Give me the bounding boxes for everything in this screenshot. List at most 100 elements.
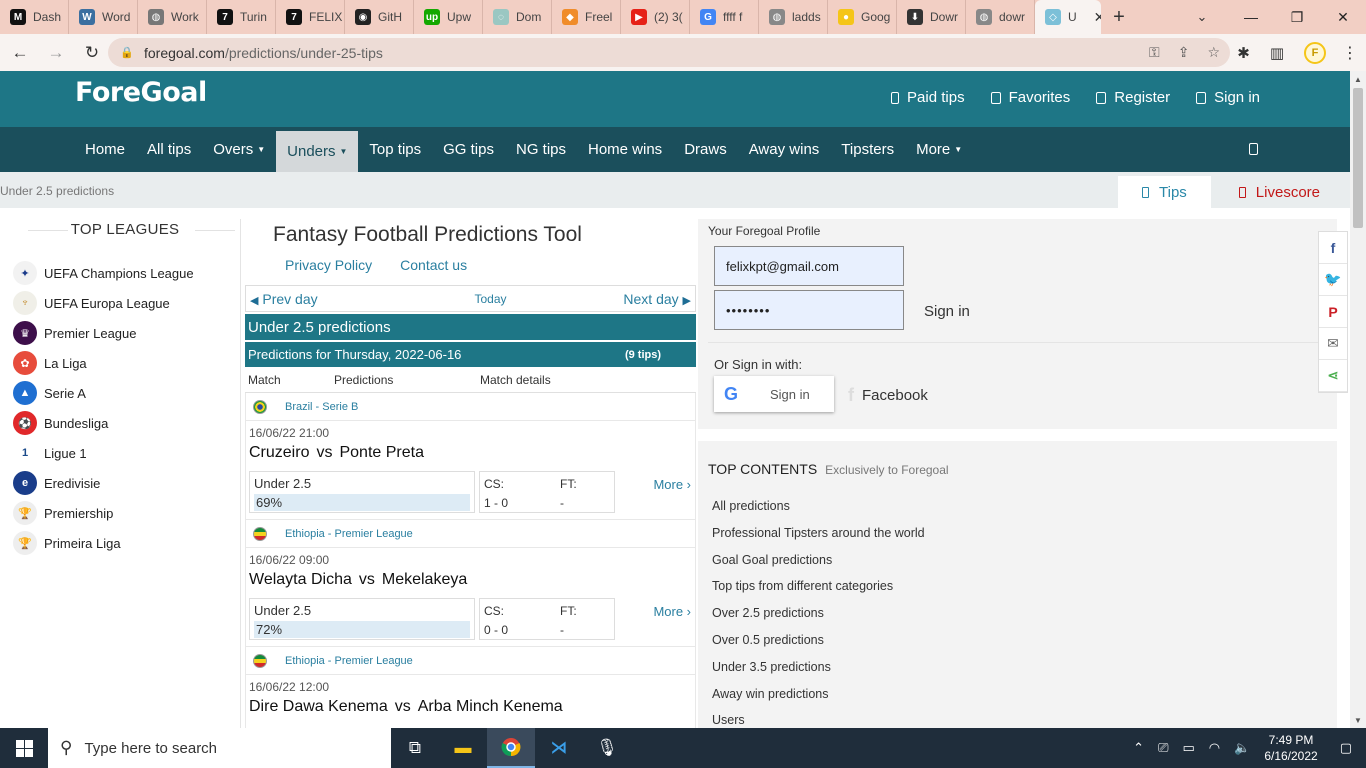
competition-row[interactable]: Brazil - Serie B [245,393,696,421]
nav-gg-tips[interactable]: GG tips [432,127,505,172]
nav-ng-tips[interactable]: NG tips [505,127,577,172]
restore-icon[interactable]: ❐ [1274,0,1320,34]
more-link[interactable]: More › [653,477,691,492]
meet-now-icon[interactable]: ⎚ [1158,740,1168,756]
top-content-link[interactable]: Under 3.5 predictions [712,660,925,687]
email-icon[interactable]: ✉ [1319,328,1347,360]
league-item[interactable]: ▲ Serie A [0,378,240,408]
match-teams[interactable]: Cruzeiro vs Ponte Preta [249,444,692,462]
sign-in-link[interactable]: Sign in [1196,89,1260,106]
side-panel-icon[interactable]: ▥ [1270,44,1284,62]
file-explorer-icon[interactable]: ▬ [439,728,487,768]
google-sign-in-button[interactable]: G Sign in [714,376,834,412]
browser-tab[interactable]: ◍ dowr [966,0,1035,34]
nav-all-tips[interactable]: All tips [136,127,202,172]
close-tab-icon[interactable]: ✕ [1094,9,1101,26]
browser-tab[interactable]: ◇ U ✕ [1035,0,1101,34]
browser-tab[interactable]: W Word [69,0,138,34]
battery-icon[interactable]: ▭ [1182,740,1194,756]
favorites-link[interactable]: Favorites [990,89,1070,106]
today-link[interactable]: Today [474,292,506,306]
privacy-policy-link[interactable]: Privacy Policy [285,257,372,273]
browser-tab[interactable]: Gffff f [690,0,759,34]
top-content-link[interactable]: Users [712,713,925,728]
browser-tab[interactable]: ◆ Freel [552,0,621,34]
share-page-icon[interactable]: ⇪ [1178,44,1190,61]
top-content-link[interactable]: Professional Tipsters around the world [712,526,925,553]
nav-away-wins[interactable]: Away wins [738,127,831,172]
tab-search-icon[interactable]: ⌄ [1188,0,1216,34]
nav-more[interactable]: More ▼ [905,127,973,172]
windows-start-icon[interactable] [0,728,48,768]
nav-overs[interactable]: Overs ▼ [202,127,276,172]
competition-row[interactable]: Ethiopia - Premier League [245,647,696,675]
match-row[interactable]: 16/06/22 09:00 Welayta Dicha vs Mekelakeya U… [245,548,696,647]
search-icon[interactable] [1249,143,1258,155]
minimize-icon[interactable]: — [1228,0,1274,34]
share-icon[interactable]: ⋖ [1319,360,1347,392]
reload-icon[interactable]: ↻ [76,37,108,69]
browser-tab[interactable]: up Upw [414,0,483,34]
microphone-icon[interactable]: 🎙 [583,728,631,768]
top-content-link[interactable]: All predictions [712,499,925,526]
chrome-icon[interactable] [487,728,535,768]
scroll-down-icon[interactable]: ▼ [1350,712,1366,728]
notifications-icon[interactable]: ▢ [1340,740,1352,756]
browser-tab[interactable]: 7 Turin [207,0,276,34]
bookmark-star-icon[interactable]: ☆ [1207,44,1220,61]
league-item[interactable]: ✦ UEFA Champions League [0,258,240,288]
facebook-sign-in-button[interactable]: f Facebook [848,385,928,406]
clock[interactable]: 7:49 PM 6/16/2022 [1264,732,1317,764]
league-item[interactable]: 🏆 Primeira Liga [0,528,240,558]
lock-icon[interactable]: 🔒 [120,46,134,60]
scroll-up-icon[interactable]: ▲ [1350,71,1366,87]
nav-unders[interactable]: Unders ▼ [276,131,359,172]
new-tab-icon[interactable]: + [1101,0,1137,34]
extensions-icon[interactable]: ✱ [1237,44,1250,62]
top-content-link[interactable]: Goal Goal predictions [712,553,925,580]
pinterest-icon[interactable]: P [1319,296,1347,328]
site-logo[interactable]: ForeGoal [75,77,207,108]
browser-tab[interactable]: ◉ GitH [345,0,414,34]
browser-tab[interactable]: 7 FELIX [276,0,345,34]
more-link[interactable]: More › [653,604,691,619]
browser-tab[interactable]: ◍ ladds [759,0,828,34]
match-teams[interactable]: Welayta Dicha vs Mekelakeya [249,571,692,589]
tab-livescore[interactable]: Livescore [1211,176,1350,208]
nav-home[interactable]: Home [74,127,136,172]
league-item[interactable]: ✿ La Liga [0,348,240,378]
top-content-link[interactable]: Over 0.5 predictions [712,633,925,660]
email-field[interactable]: felixkpt@gmail.com [714,246,904,286]
browser-tab[interactable]: ◌ Dom [483,0,552,34]
browser-tab[interactable]: ◍ Work [138,0,207,34]
forward-icon[interactable]: → [40,37,72,69]
page-scrollbar[interactable]: ▲ ▼ [1350,71,1366,728]
browser-menu-icon[interactable]: ⋮ [1342,34,1358,71]
scroll-thumb[interactable] [1353,88,1363,228]
top-content-link[interactable]: Away win predictions [712,687,925,714]
league-item[interactable]: 1 Ligue 1 [0,438,240,468]
profile-avatar[interactable]: F [1304,41,1326,64]
taskbar-search-input[interactable]: ⚲ Type here to search [48,728,391,768]
league-item[interactable]: ♆ UEFA Europa League [0,288,240,318]
browser-tab[interactable]: M Dash [0,0,69,34]
match-row[interactable]: 16/06/22 12:00 Dire Dawa Kenema vs Arba Min… [245,675,696,728]
browser-tab[interactable]: ● Goog [828,0,897,34]
password-field[interactable]: •••••••• [714,290,904,330]
key-icon[interactable]: ⚿ [1149,44,1160,61]
top-content-link[interactable]: Top tips from different categories [712,579,925,606]
wifi-icon[interactable]: ◠ [1209,740,1220,756]
prev-day-link[interactable]: ◀ Prev day [250,291,318,307]
browser-tab[interactable]: ▶ (2) 3( [621,0,690,34]
nav-draws[interactable]: Draws [673,127,738,172]
match-row[interactable]: 16/06/22 21:00 Cruzeiro vs Ponte Preta Under… [245,421,696,520]
paid-tips-link[interactable]: Paid tips [891,89,965,106]
match-teams[interactable]: Dire Dawa Kenema vs Arba Minch Kenema [249,698,692,716]
league-item[interactable]: e Eredivisie [0,468,240,498]
contact-us-link[interactable]: Contact us [400,257,467,273]
league-item[interactable]: ⚽ Bundesliga [0,408,240,438]
top-content-link[interactable]: Over 2.5 predictions [712,606,925,633]
nav-home-wins[interactable]: Home wins [577,127,673,172]
browser-tab[interactable]: ⬇ Dowr [897,0,966,34]
vscode-icon[interactable]: ⋊ [535,728,583,768]
